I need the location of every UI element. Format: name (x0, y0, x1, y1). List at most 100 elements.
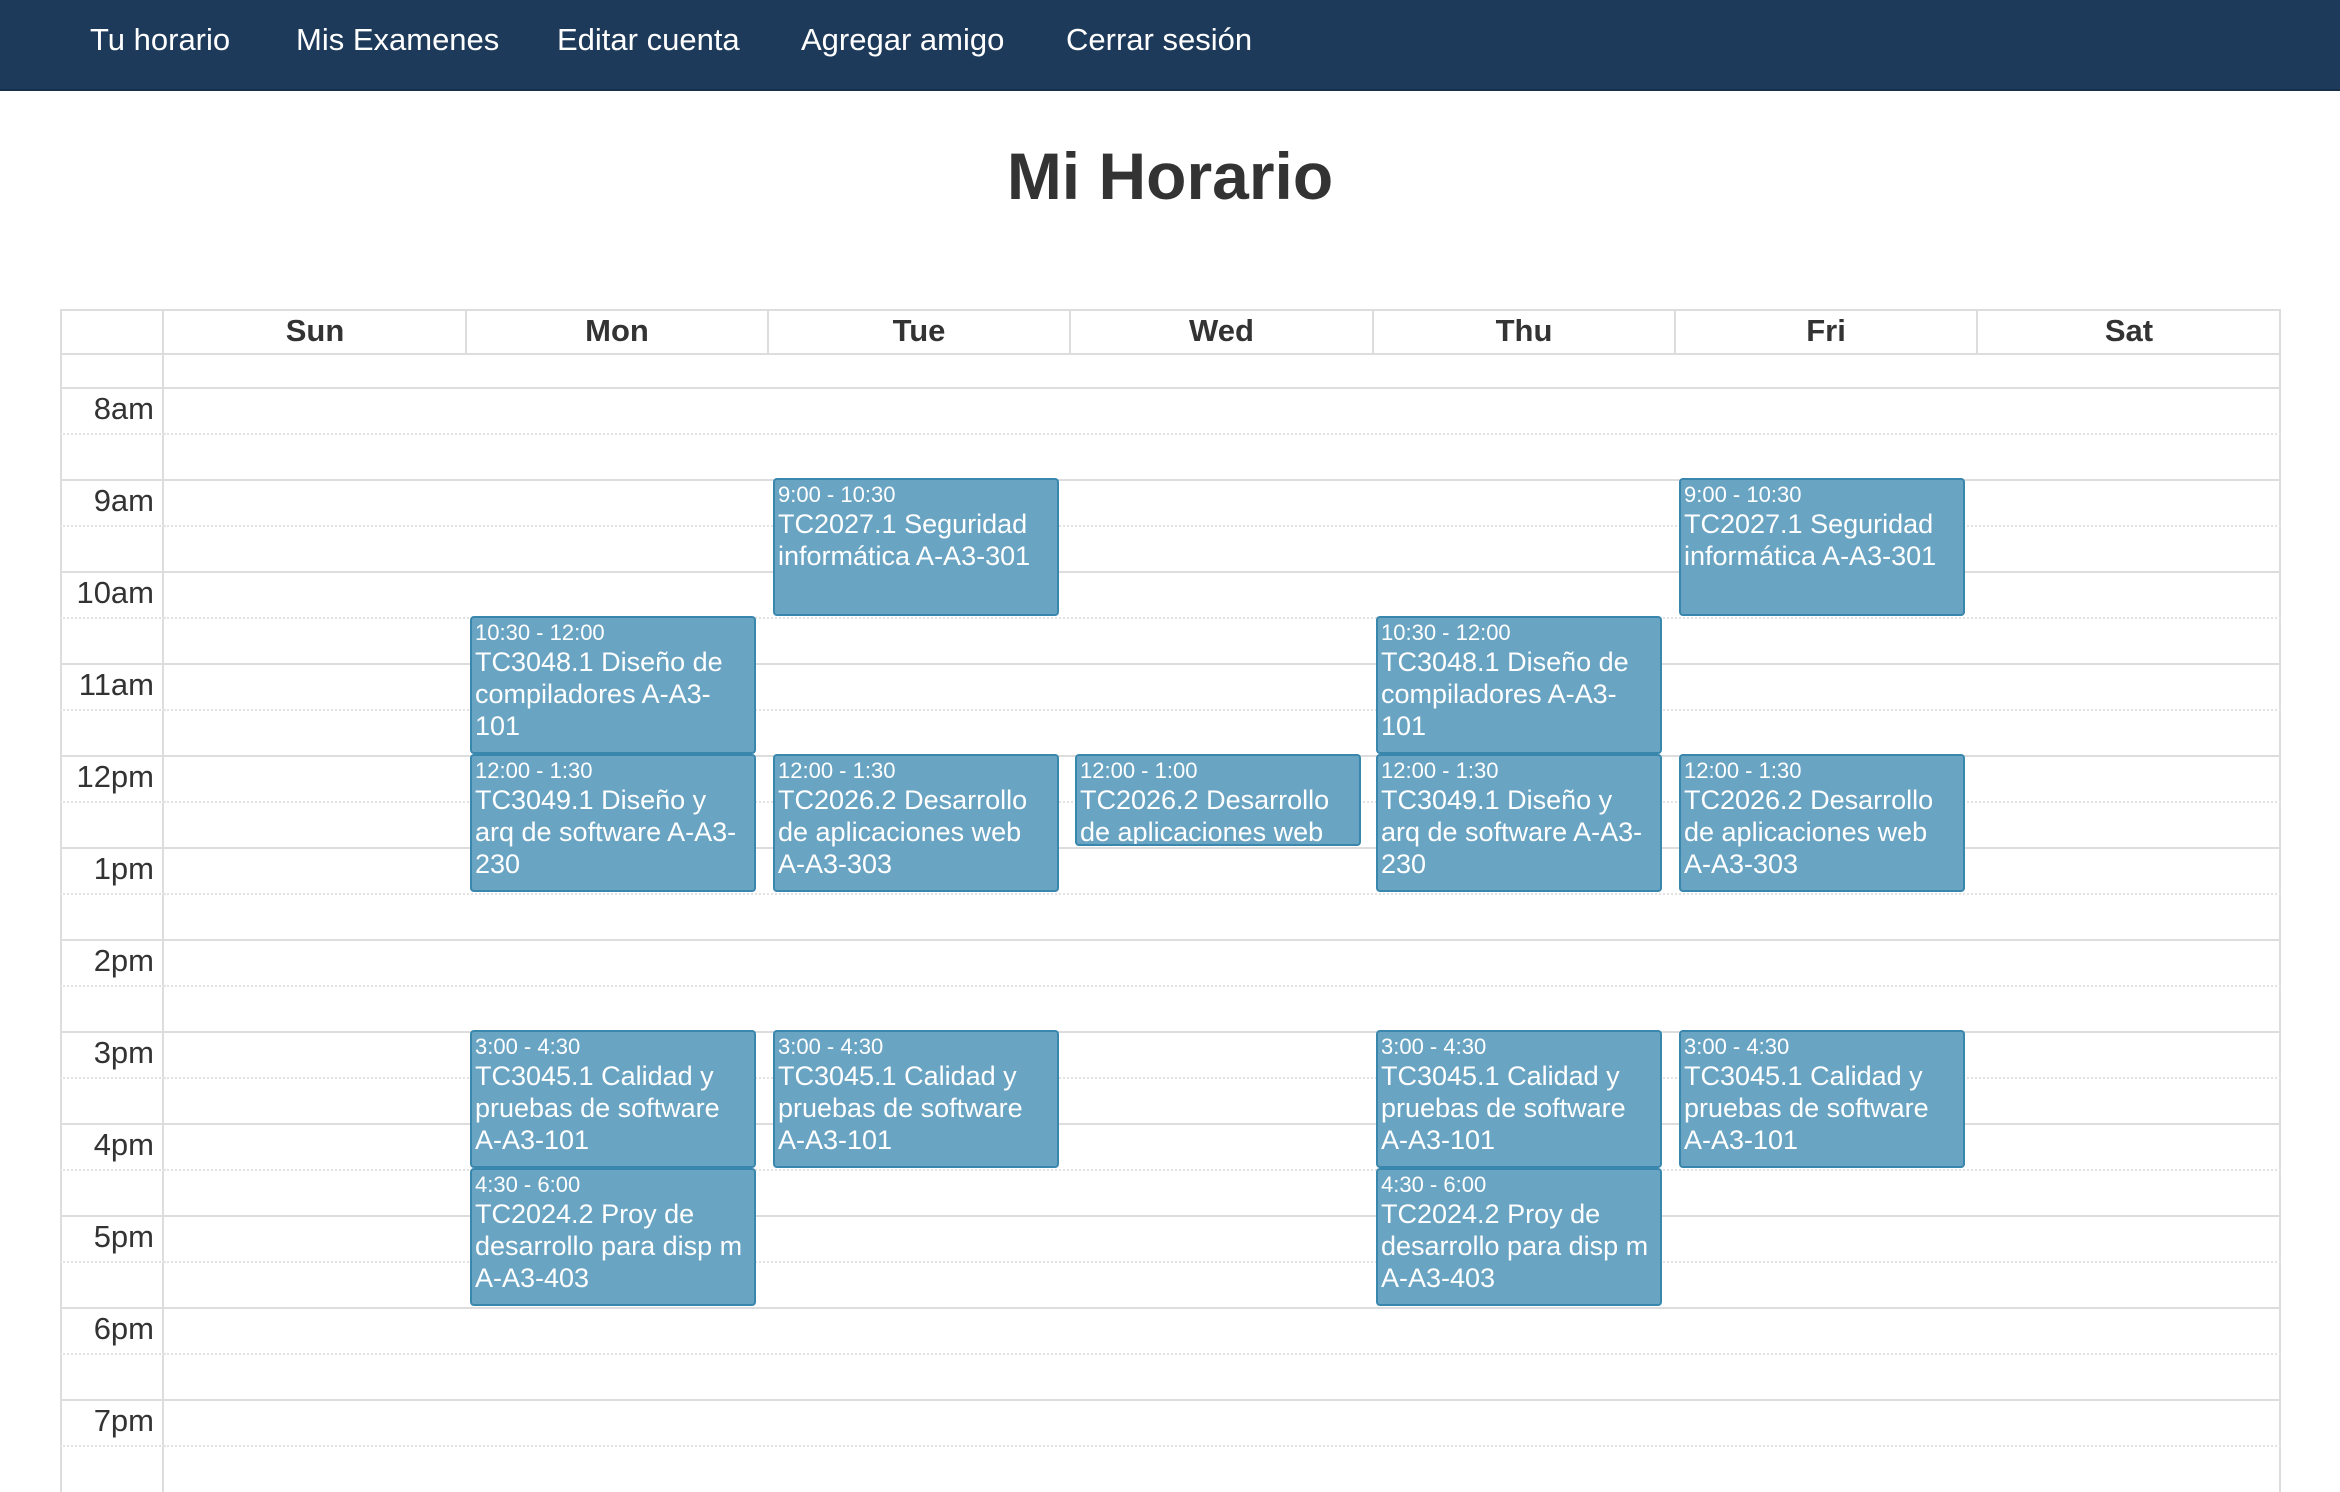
day-header-separator (1674, 309, 1676, 353)
event-time: 4:30 - 6:00 (475, 1172, 581, 1197)
nav-agregar-amigo[interactable]: Agregar amigo (801, 0, 1004, 80)
hour-grid-line (60, 387, 2281, 389)
hour-grid-line (60, 939, 2281, 941)
event-title: TC3045.1 Calidad y pruebas de software A… (1381, 1061, 1626, 1155)
event-time: 3:00 - 4:30 (1684, 1034, 1790, 1059)
day-header-separator (465, 309, 467, 353)
time-label-8am: 8am (93, 391, 154, 426)
hour-grid-line (60, 663, 2281, 665)
event-title: TC2027.1 Seguridad informática A-A3-301 (1684, 509, 1937, 571)
event-title: TC2026.2 Desarrollo de aplicaciones web … (778, 785, 1028, 879)
day-header-separator (1976, 309, 1978, 353)
class-event[interactable]: 4:30 - 6:00 TC2024.2 Proy de desarrollo … (470, 1168, 756, 1306)
header-bottom-line (60, 353, 2281, 355)
event-time: 12:00 - 1:30 (778, 758, 896, 783)
class-event[interactable]: 9:00 - 10:30 TC2027.1 Seguridad informát… (1679, 478, 1965, 616)
half-hour-axis-line (60, 1445, 164, 1447)
half-hour-axis-line (60, 1077, 164, 1079)
half-hour-axis-line (60, 433, 164, 435)
event-time: 3:00 - 4:30 (475, 1034, 581, 1059)
class-event[interactable]: 9:00 - 10:30 TC2027.1 Seguridad informát… (773, 478, 1059, 616)
event-time: 4:30 - 6:00 (1381, 1172, 1487, 1197)
half-hour-axis-line (60, 617, 164, 619)
event-time: 12:00 - 1:30 (475, 758, 593, 783)
nav-mis-examenes[interactable]: Mis Examenes (296, 0, 499, 80)
day-header-separator (1372, 309, 1374, 353)
half-hour-grid-line (164, 433, 2281, 435)
event-title: TC2024.2 Proy de desarrollo para disp m … (1381, 1199, 1649, 1293)
day-header-fri: Fri (1806, 313, 1846, 348)
time-label-1pm: 1pm (93, 851, 154, 886)
time-label-10am: 10am (76, 575, 154, 610)
half-hour-grid-line (164, 1353, 2281, 1355)
event-title: TC2026.2 Desarrollo de aplicaciones web … (1080, 785, 1330, 846)
time-label-3pm: 3pm (93, 1035, 154, 1070)
class-event[interactable]: 10:30 - 12:00 TC3048.1 Diseño de compila… (1376, 616, 1662, 754)
hour-grid-line (60, 1307, 2281, 1309)
event-time: 10:30 - 12:00 (475, 620, 605, 645)
class-event[interactable]: 12:00 - 1:30 TC3049.1 Diseño y arq de so… (470, 754, 756, 892)
half-hour-axis-line (60, 801, 164, 803)
time-label-6pm: 6pm (93, 1311, 154, 1346)
day-header-thu: Thu (1495, 313, 1553, 348)
event-time: 12:00 - 1:30 (1381, 758, 1499, 783)
nav-cerrar-sesion[interactable]: Cerrar sesión (1066, 0, 1252, 80)
half-hour-axis-line (60, 893, 164, 895)
half-hour-axis-line (60, 1261, 164, 1263)
class-event[interactable]: 12:00 - 1:00 TC2026.2 Desarrollo de apli… (1075, 754, 1361, 846)
event-title: TC2027.1 Seguridad informática A-A3-301 (778, 509, 1031, 571)
event-title: TC3045.1 Calidad y pruebas de software A… (1684, 1061, 1929, 1155)
half-hour-axis-line (60, 985, 164, 987)
half-hour-axis-line (60, 1169, 164, 1171)
half-hour-axis-line (60, 525, 164, 527)
time-label-4pm: 4pm (93, 1127, 154, 1162)
class-event[interactable]: 3:00 - 4:30 TC3045.1 Calidad y pruebas d… (1679, 1030, 1965, 1168)
hour-grid-line (60, 1215, 2281, 1217)
time-label-2pm: 2pm (93, 943, 154, 978)
class-event[interactable]: 12:00 - 1:30 TC2026.2 Desarrollo de apli… (1679, 754, 1965, 892)
class-event[interactable]: 4:30 - 6:00 TC2024.2 Proy de desarrollo … (1376, 1168, 1662, 1306)
nav-tu-horario[interactable]: Tu horario (90, 0, 230, 80)
hour-grid-line (60, 1399, 2281, 1401)
day-header-mon: Mon (585, 313, 649, 348)
time-label-9am: 9am (93, 483, 154, 518)
event-title: TC3049.1 Diseño y arq de software A-A3-2… (475, 785, 737, 879)
event-time: 10:30 - 12:00 (1381, 620, 1511, 645)
event-title: TC2024.2 Proy de desarrollo para disp m … (475, 1199, 743, 1293)
half-hour-grid-line (164, 1445, 2281, 1447)
half-hour-grid-line (164, 893, 2281, 895)
event-time: 12:00 - 1:30 (1684, 758, 1802, 783)
page-title: Mi Horario (1006, 139, 1334, 213)
day-header-tue: Tue (892, 313, 946, 348)
class-event[interactable]: 3:00 - 4:30 TC3045.1 Calidad y pruebas d… (470, 1030, 756, 1168)
nav-editar-cuenta[interactable]: Editar cuenta (557, 0, 740, 80)
half-hour-axis-line (60, 709, 164, 711)
time-label-7pm: 7pm (93, 1403, 154, 1438)
event-title: TC3045.1 Calidad y pruebas de software A… (475, 1061, 720, 1155)
day-header-separator (767, 309, 769, 353)
event-title: TC3048.1 Diseño de compiladores A-A3-101 (1381, 647, 1629, 741)
event-title: TC2026.2 Desarrollo de aplicaciones web … (1684, 785, 1934, 879)
event-title: TC3045.1 Calidad y pruebas de software A… (778, 1061, 1023, 1155)
class-event[interactable]: 12:00 - 1:30 TC3049.1 Diseño y arq de so… (1376, 754, 1662, 892)
half-hour-axis-line (60, 1353, 164, 1355)
time-label-11am: 11am (78, 667, 154, 702)
class-event[interactable]: 3:00 - 4:30 TC3045.1 Calidad y pruebas d… (1376, 1030, 1662, 1168)
class-event[interactable]: 3:00 - 4:30 TC3045.1 Calidad y pruebas d… (773, 1030, 1059, 1168)
day-header-wed: Wed (1189, 313, 1254, 348)
day-header-separator (1069, 309, 1071, 353)
event-title: TC3048.1 Diseño de compiladores A-A3-101 (475, 647, 723, 741)
day-header-sun: Sun (285, 313, 345, 348)
day-header-sat: Sat (2104, 313, 2154, 348)
event-time: 12:00 - 1:00 (1080, 758, 1198, 783)
class-event[interactable]: 10:30 - 12:00 TC3048.1 Diseño de compila… (470, 616, 756, 754)
time-label-5pm: 5pm (93, 1219, 154, 1254)
event-time: 3:00 - 4:30 (1381, 1034, 1487, 1059)
class-event[interactable]: 12:00 - 1:30 TC2026.2 Desarrollo de apli… (773, 754, 1059, 892)
top-navbar: Tu horario Mis Examenes Editar cuenta Ag… (0, 0, 2340, 91)
event-time: 3:00 - 4:30 (778, 1034, 884, 1059)
event-title: TC3049.1 Diseño y arq de software A-A3-2… (1381, 785, 1643, 879)
half-hour-grid-line (164, 985, 2281, 987)
time-label-12pm: 12pm (76, 759, 154, 794)
event-time: 9:00 - 10:30 (778, 482, 896, 507)
